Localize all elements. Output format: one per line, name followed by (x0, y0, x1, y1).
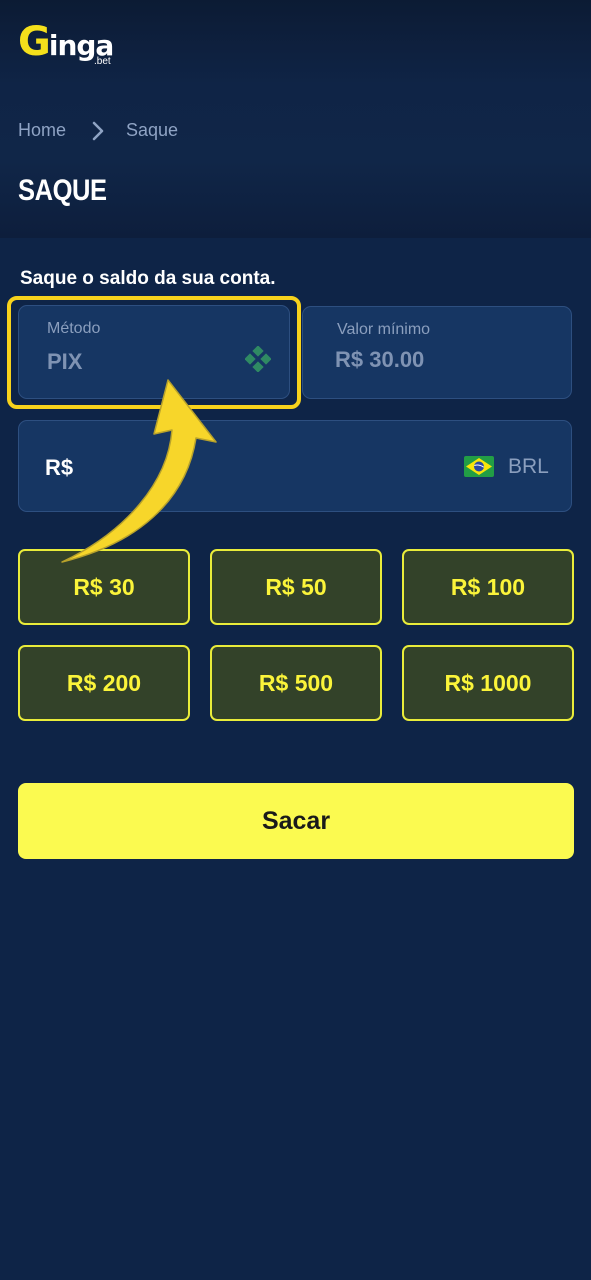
annotation-arrow-icon (61, 379, 217, 563)
brazil-flag-icon (464, 456, 494, 477)
currency-code: BRL (508, 455, 549, 478)
breadcrumb-home[interactable]: Home (18, 120, 66, 141)
amount-button-50[interactable]: R$ 50 (210, 549, 382, 625)
breadcrumb-current: Saque (126, 120, 179, 140)
minimum-label: Valor mínimo (337, 321, 431, 338)
ginga-bet-logo[interactable]: G inga .bet (18, 19, 114, 68)
withdraw-button[interactable]: Sacar (18, 783, 574, 859)
chevron-right-icon (92, 121, 104, 141)
amount-button-1000[interactable]: R$ 1000 (402, 645, 574, 721)
logo-sub: .bet (94, 56, 111, 67)
amount-button-500[interactable]: R$ 500 (210, 645, 382, 721)
minimum-value: R$ 30.00 (335, 347, 425, 372)
minimum-value-field: Valor mínimo R$ 30.00 (302, 306, 572, 399)
amount-button-200[interactable]: R$ 200 (18, 645, 190, 721)
page-subtitle: Saque o saldo da sua conta. (20, 268, 276, 289)
amount-button-100[interactable]: R$ 100 (402, 549, 574, 625)
page-title: SAQUE (18, 174, 107, 207)
breadcrumb: Home Saque (18, 120, 178, 141)
logo-letter: G (18, 19, 51, 65)
